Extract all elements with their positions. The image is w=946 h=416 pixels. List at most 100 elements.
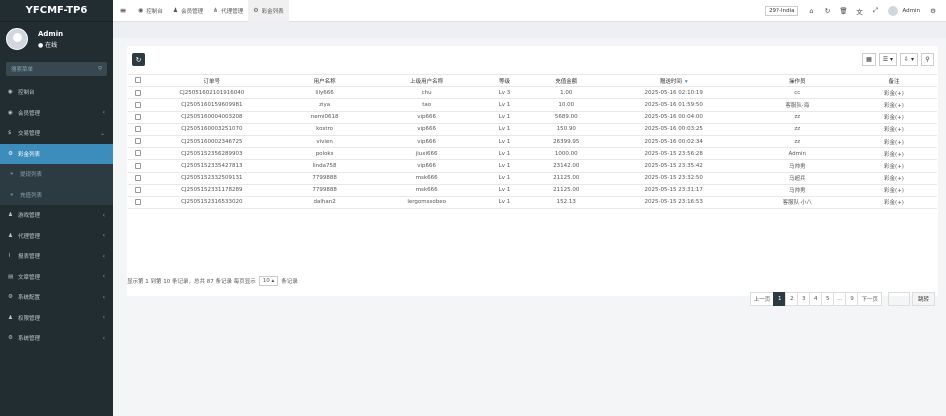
tab-item[interactable]: ⚙ 彩金列表 [248, 0, 289, 22]
translate-icon[interactable]: 文 [852, 6, 866, 16]
card-view-button[interactable]: ▦ [862, 53, 876, 66]
dashboard-icon: ◉ [138, 7, 144, 14]
prev-page-button[interactable]: 上一页 [749, 292, 775, 306]
row-checkbox[interactable] [134, 113, 141, 120]
sidebar-item[interactable]: ◉ 控制台 [0, 82, 113, 103]
settings-icon: ⚙ [8, 294, 13, 301]
page-jump-input[interactable] [887, 292, 910, 306]
table-cell[interactable]: 彩金(+) [850, 111, 937, 124]
row-checkbox[interactable] [134, 89, 141, 96]
sort-desc-icon[interactable]: ▾ [685, 79, 688, 85]
navbar-username[interactable]: Admin [902, 8, 920, 14]
table-cell[interactable]: 彩金(+) [850, 123, 937, 136]
row-checkbox[interactable] [134, 174, 141, 181]
home-icon[interactable]: ⌂ [804, 7, 818, 15]
table-cell: Lv 3 [480, 86, 529, 100]
table-cell: 马帅男 [743, 184, 851, 197]
navbar-avatar[interactable] [888, 5, 899, 16]
search-icon[interactable]: ⚲ [98, 66, 102, 72]
column-header-label: 用户名称 [313, 78, 336, 85]
settings-icon[interactable]: ⚙ [926, 7, 940, 15]
row-checkbox[interactable] [134, 101, 141, 108]
export-button[interactable]: ⇩ ▾ [900, 53, 918, 66]
column-header-label: 赠送时间 [659, 78, 682, 85]
table-cell: 2025-05-16 00:03:25 [603, 123, 744, 136]
select-all-checkbox[interactable] [134, 77, 141, 84]
sidebar-item[interactable]: » 提现列表 [0, 164, 113, 185]
table-cell: 5689.00 [528, 111, 604, 124]
tab-item[interactable]: ◉ 控制台 [133, 0, 168, 22]
sidebar-search-input[interactable]: 搜索菜单 ⚲ [6, 62, 107, 76]
table-cell: 客服队·海 [743, 98, 851, 112]
table-cell[interactable]: 彩金(+) [850, 135, 937, 149]
select-all-header[interactable] [128, 73, 148, 88]
sidebar-item[interactable]: ♟ 权限管理 ‹ [0, 308, 113, 329]
user-info: Admin ● 在线 [38, 30, 63, 49]
table-row: CJ2505152316533020 dalhan2 lergomssobeo Lv … [128, 196, 937, 210]
table-cell[interactable]: 彩金(+) [850, 172, 937, 185]
sidebar-item[interactable]: ⚙ 彩金列表 [0, 143, 113, 164]
table-row: CJ2505152356289903 poloks jiuxi666 Lv 1 1000… [128, 147, 937, 161]
columns-button[interactable]: ☰ ▾ [878, 53, 898, 66]
tab-item[interactable]: ⋔ 代理管理 [208, 0, 248, 22]
users-icon: ◉ [8, 109, 13, 116]
table-cell: Lv 1 [480, 98, 529, 112]
table-cell: dalhan2 [276, 196, 373, 210]
table-cell[interactable]: 彩金(+) [850, 86, 937, 100]
table-cell: 马帅男 [743, 159, 851, 173]
tab-item[interactable]: ♟ 会员管理 [168, 0, 208, 22]
sidebar-item[interactable]: ♟ 代理管理 ‹ [0, 226, 113, 247]
row-checkbox[interactable] [134, 187, 141, 194]
sidebar: YFCMF-TP6 Admin ● 在线 搜索菜单 ⚲ ◉ 控制台 ◉ 会员管理 ‹ $ 交… [0, 0, 113, 416]
table-cell: msk666 [372, 172, 481, 185]
pagination-info-prefix: 显示第 1 到第 10 条记录，总共 87 条记录 每页显示 [127, 279, 256, 285]
sidebar-item[interactable]: ▤ 文章管理 ‹ [0, 267, 113, 288]
app-logo[interactable]: YFCMF-TP6 [0, 0, 113, 22]
refresh-button[interactable]: ↻ [132, 53, 145, 66]
table-cell: poloks [276, 147, 373, 161]
row-checkbox[interactable] [134, 150, 141, 157]
cogs-icon: ⚙ [8, 335, 13, 342]
sidebar-item[interactable]: ⌇ 报表管理 ‹ [0, 246, 113, 267]
row-checkbox[interactable] [134, 199, 141, 206]
row-select-cell [128, 184, 148, 197]
table-row: CJ2505160004003208 nemi0618 vip666 Lv 1 5689… [128, 111, 937, 124]
row-select-cell [128, 86, 148, 100]
table-cell: 2025-05-15 23:35:42 [603, 159, 744, 173]
table-cell[interactable]: 彩金(+) [850, 196, 937, 210]
page-number-button[interactable]: ... [833, 292, 847, 306]
sidebar-item[interactable]: « 充值列表 [0, 184, 113, 205]
page-jump-button[interactable]: 跳转 [911, 292, 935, 306]
table-cell: Admin [743, 147, 851, 161]
sidebar-item[interactable]: ♟ 游戏管理 ‹ [0, 205, 113, 226]
fullscreen-icon[interactable]: ⤢ [868, 6, 882, 15]
table-cell[interactable]: 彩金(+) [850, 184, 937, 197]
table-cell: zz [743, 111, 851, 124]
sidebar-item[interactable]: ◉ 会员管理 ‹ [0, 103, 113, 124]
column-header-label: 备注 [888, 78, 900, 85]
column-header-label: 操作员 [789, 78, 806, 85]
table-cell[interactable]: 彩金(+) [850, 159, 937, 173]
row-checkbox[interactable] [134, 162, 141, 169]
column-header: 订单号 [147, 73, 277, 88]
table-cell[interactable]: 彩金(+) [850, 98, 937, 112]
version-badge[interactable]: 29?-India [765, 5, 799, 16]
table-cell: lily666 [276, 86, 373, 100]
table-cell[interactable]: 彩金(+) [850, 147, 937, 161]
table-cell: CJ2505152335427813 [147, 159, 277, 173]
sidebar-item[interactable]: ⚙ 系统管理 ‹ [0, 328, 113, 349]
trash-icon[interactable]: 🗑 [836, 7, 850, 15]
next-page-button[interactable]: 下一页 [857, 292, 882, 306]
sidebar-item-label: 控制台 [18, 90, 35, 97]
menu-toggle-icon[interactable]: ≡ [113, 6, 133, 15]
row-checkbox[interactable] [134, 126, 141, 133]
search-toggle-button[interactable]: ⚲ [921, 53, 934, 66]
refresh-icon[interactable]: ↻ [820, 7, 834, 15]
sidebar-item[interactable]: $ 交易管理 ⌄ [0, 123, 113, 144]
column-header: 上级用户名称 [372, 73, 481, 88]
sidebar-item[interactable]: ⚙ 系统配置 ‹ [0, 287, 113, 308]
page-size-select[interactable]: 10 ▴ [258, 276, 279, 286]
column-header-label: 订单号 [203, 78, 221, 85]
bonus-table: 订单号 用户名称 上级用户名称 等级 充值金额 赠送时间 ▾ 操作员 备注 CJ25051602… [128, 73, 937, 210]
row-checkbox[interactable] [134, 138, 141, 145]
